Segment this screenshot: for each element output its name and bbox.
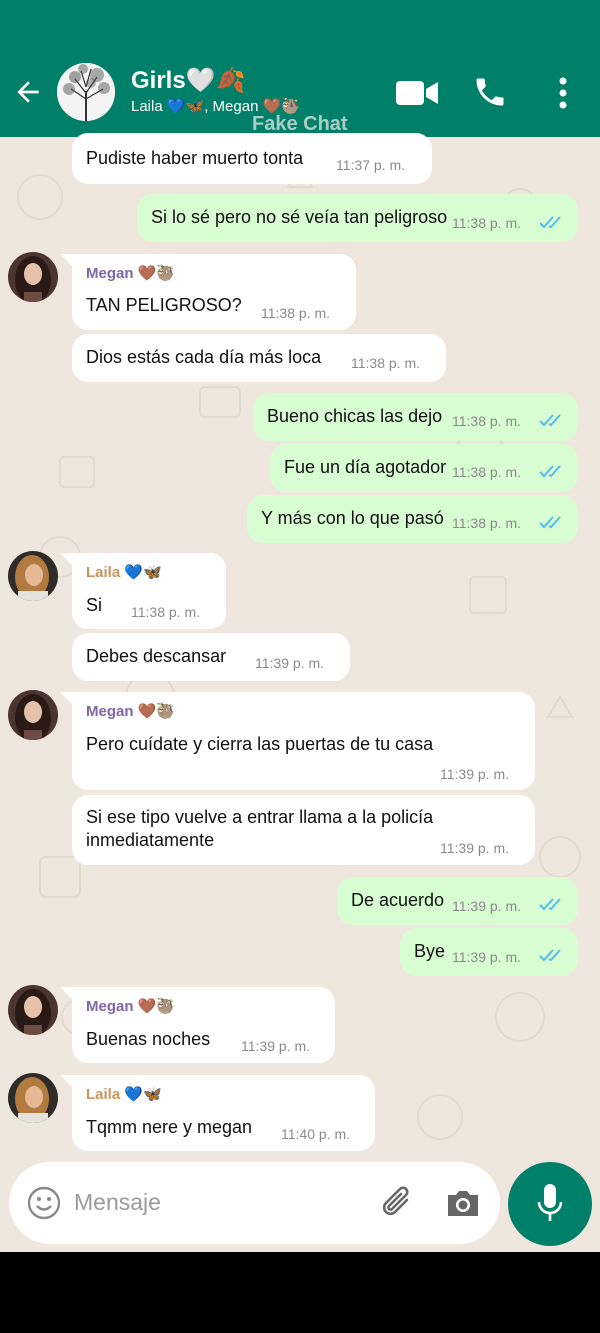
- message-text: Tqmm nere y megan: [86, 1117, 253, 1137]
- chat-title[interactable]: Girls🤍🍂: [131, 66, 245, 95]
- message-text: Bueno chicas las dejo: [267, 406, 443, 426]
- message-time: 11:38 p. m.: [351, 355, 421, 371]
- message-time: 11:38 p. m.: [261, 305, 331, 321]
- avatar-laila[interactable]: [8, 551, 58, 601]
- message-time: 11:39 p. m.: [452, 898, 522, 914]
- read-receipt-icon: [539, 216, 561, 229]
- group-avatar[interactable]: [57, 63, 115, 121]
- message-outgoing[interactable]: Y más con lo que pasó 11:38 p. m.: [247, 495, 578, 543]
- bubble-tail: [60, 987, 74, 1001]
- message-incoming[interactable]: Debes descansar 11:39 p. m.: [72, 633, 350, 681]
- read-receipt-icon: [539, 414, 561, 427]
- message-text: TAN PELIGROSO?: [86, 295, 242, 315]
- read-receipt-icon: [539, 898, 561, 911]
- avatar-laila[interactable]: [8, 1073, 58, 1123]
- avatar-megan[interactable]: [8, 690, 58, 740]
- message-time: 11:38 p. m.: [452, 215, 522, 231]
- camera-icon[interactable]: [445, 1187, 481, 1219]
- back-arrow-icon[interactable]: [12, 76, 44, 108]
- message-time: 11:38 p. m.: [452, 515, 522, 531]
- message-incoming[interactable]: Si ese tipo vuelve a entrar llama a la p…: [72, 795, 535, 865]
- message-text-line-1: Si ese tipo vuelve a entrar llama a la p…: [86, 807, 434, 827]
- sender-name[interactable]: Megan 🤎🦥: [86, 702, 175, 720]
- message-time: 11:39 p. m.: [255, 655, 325, 671]
- sender-name[interactable]: Laila 💙🦋: [86, 1085, 162, 1103]
- message-incoming[interactable]: Megan 🤎🦥 Pero cuídate y cierra las puert…: [60, 692, 535, 790]
- read-receipt-icon: [539, 949, 561, 962]
- message-time: 11:38 p. m.: [131, 604, 201, 620]
- video-call-icon[interactable]: [396, 79, 438, 107]
- emoji-icon[interactable]: [27, 1186, 61, 1220]
- bubble-tail: [60, 692, 74, 706]
- message-text: Y más con lo que pasó: [261, 508, 444, 528]
- chat-header: Girls🤍🍂 Laila 💙🦋, Megan 🤎🦥 Fake Chat: [0, 0, 600, 137]
- message-text-line-2: inmediatamente: [86, 830, 215, 850]
- read-receipt-icon: [539, 516, 561, 529]
- message-outgoing[interactable]: De acuerdo 11:39 p. m.: [337, 877, 578, 925]
- microphone-icon: [537, 1184, 563, 1221]
- message-text: De acuerdo: [351, 890, 445, 910]
- message-text: Si lo sé pero no sé veía tan peligroso: [151, 207, 448, 227]
- message-incoming[interactable]: Megan 🤎🦥 Buenas noches 11:39 p. m.: [60, 987, 335, 1063]
- message-time: 11:39 p. m.: [440, 766, 510, 782]
- message-text: Dios estás cada día más loca: [86, 347, 322, 367]
- message-time: 11:37 p. m.: [336, 157, 406, 173]
- more-options-icon[interactable]: [552, 76, 574, 110]
- system-navigation-bar: [0, 1252, 600, 1333]
- message-outgoing[interactable]: Bye 11:39 p. m.: [400, 928, 578, 976]
- message-time: 11:40 p. m.: [281, 1126, 351, 1142]
- message-time: 11:38 p. m.: [452, 464, 522, 480]
- message-text: Si: [86, 595, 103, 615]
- message-text: Pero cuídate y cierra las puertas de tu …: [86, 734, 434, 754]
- message-incoming[interactable]: Laila 💙🦋 Tqmm nere y megan 11:40 p. m.: [60, 1075, 375, 1151]
- message-incoming[interactable]: Laila 💙🦋 Si 11:38 p. m.: [60, 553, 226, 629]
- bubble-tail: [60, 1075, 74, 1089]
- message-time: 11:39 p. m.: [241, 1038, 311, 1054]
- message-outgoing[interactable]: Bueno chicas las dejo 11:38 p. m.: [253, 393, 578, 441]
- message-outgoing[interactable]: Fue un día agotador 11:38 p. m.: [270, 444, 578, 492]
- message-time: 11:39 p. m.: [440, 840, 510, 856]
- phone-call-icon[interactable]: [472, 74, 508, 110]
- sender-name[interactable]: Megan 🤎🦥: [86, 997, 175, 1015]
- message-outgoing[interactable]: Si lo sé pero no sé veía tan peligroso 1…: [137, 194, 578, 242]
- avatar-megan[interactable]: [8, 985, 58, 1035]
- message-incoming[interactable]: Pudiste haber muerto tonta 11:37 p. m.: [72, 133, 432, 184]
- message-incoming[interactable]: Megan 🤎🦥 TAN PELIGROSO? 11:38 p. m.: [60, 254, 356, 330]
- message-text: Bye: [414, 941, 446, 961]
- bubble-tail: [60, 553, 74, 567]
- message-incoming[interactable]: Dios estás cada día más loca 11:38 p. m.: [72, 334, 446, 382]
- message-time: 11:38 p. m.: [452, 413, 522, 429]
- voice-record-button[interactable]: [508, 1162, 592, 1246]
- message-time: 11:39 p. m.: [452, 949, 522, 965]
- message-composer[interactable]: Mensaje: [9, 1162, 500, 1244]
- bubble-tail: [60, 254, 74, 268]
- read-receipt-icon: [539, 465, 561, 478]
- sender-name[interactable]: Laila 💙🦋: [86, 563, 162, 581]
- message-text: Debes descansar: [86, 646, 227, 666]
- sender-name[interactable]: Megan 🤎🦥: [86, 264, 175, 282]
- attach-icon[interactable]: [379, 1184, 417, 1222]
- avatar-megan[interactable]: [8, 252, 58, 302]
- message-text: Buenas noches: [86, 1029, 211, 1049]
- message-text: Fue un día agotador: [284, 457, 447, 477]
- message-text: Pudiste haber muerto tonta: [86, 148, 304, 168]
- chat-screen: Girls🤍🍂 Laila 💙🦋, Megan 🤎🦥 Fake Chat Pud…: [0, 0, 600, 1252]
- message-input[interactable]: Mensaje: [74, 1189, 161, 1216]
